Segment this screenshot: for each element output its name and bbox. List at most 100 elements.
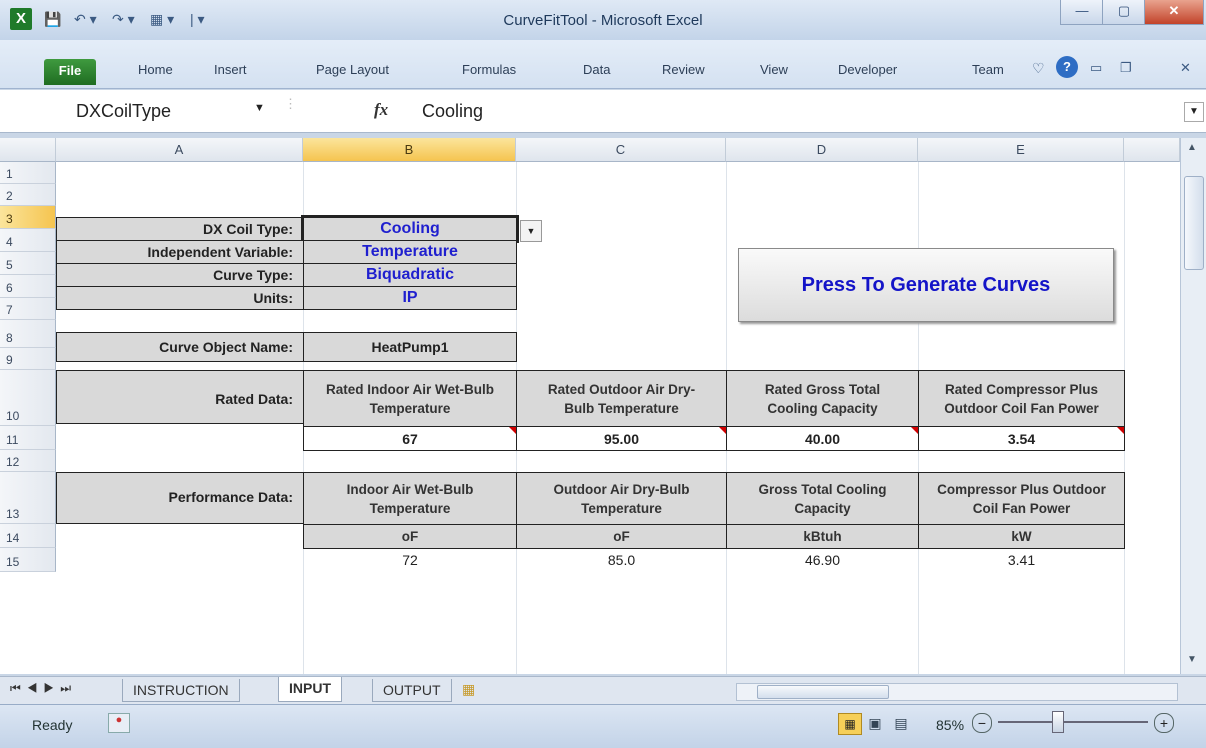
- workbook-minimize-icon[interactable]: ▭: [1090, 60, 1102, 76]
- maximize-button[interactable]: ▢: [1102, 0, 1146, 25]
- perf-header-outdoor-db: Outdoor Air Dry-Bulb Temperature: [516, 472, 727, 525]
- generate-curves-button[interactable]: Press To Generate Curves: [738, 248, 1114, 322]
- zoom-level[interactable]: 85%: [936, 717, 964, 733]
- column-header-d[interactable]: D: [726, 138, 918, 162]
- column-header-a[interactable]: A: [56, 138, 303, 162]
- sheet-tab-input[interactable]: INPUT: [278, 677, 342, 702]
- tab-home[interactable]: Home: [138, 62, 173, 82]
- help-icon[interactable]: ?: [1056, 56, 1078, 78]
- tab-review[interactable]: Review: [662, 62, 705, 82]
- rated-value-capacity[interactable]: 40.00: [726, 426, 919, 451]
- independent-variable-cell[interactable]: Temperature: [303, 240, 517, 264]
- tab-team[interactable]: Team: [972, 62, 1004, 82]
- name-box-dropdown-icon[interactable]: ▼: [254, 102, 265, 114]
- row-header-13[interactable]: 13: [0, 472, 56, 524]
- rated-value-outdoor-db[interactable]: 95.00: [516, 426, 727, 451]
- vertical-scrollbar[interactable]: ▲ ▼: [1180, 138, 1206, 674]
- select-all-corner[interactable]: [0, 138, 56, 162]
- sheet-tab-instruction[interactable]: INSTRUCTION: [122, 679, 240, 702]
- column-header-e[interactable]: E: [918, 138, 1124, 162]
- perf-value-power[interactable]: 3.41: [918, 552, 1125, 568]
- zoom-slider-thumb[interactable]: [1052, 711, 1064, 733]
- ribbon-tabs: File Home Insert Page Layout Formulas Da…: [0, 40, 1206, 89]
- comment-indicator[interactable]: [1117, 427, 1124, 434]
- tab-insert[interactable]: Insert: [214, 62, 247, 82]
- row-header-12[interactable]: 12: [0, 450, 56, 472]
- zoom-in-icon[interactable]: +: [1154, 713, 1174, 733]
- rated-header-indoor-wb: Rated Indoor Air Wet-Bulb Temperature: [303, 370, 517, 427]
- dx-coil-type-label: DX Coil Type:: [56, 217, 304, 241]
- zoom-out-icon[interactable]: −: [972, 713, 992, 733]
- dx-coil-type-cell[interactable]: Cooling: [301, 215, 519, 243]
- row-header-5[interactable]: 5: [0, 252, 56, 275]
- row-header-3[interactable]: 3: [0, 206, 56, 229]
- scroll-up-icon[interactable]: ▲: [1187, 142, 1197, 153]
- workbook-close-icon[interactable]: ✕: [1180, 60, 1191, 76]
- perf-value-outdoor-db[interactable]: 85.0: [516, 552, 727, 568]
- perf-unit-power: kW: [918, 524, 1125, 549]
- tab-data[interactable]: Data: [583, 62, 610, 82]
- title-bar: X 💾 ↶ ▾ ↷ ▾ ▦ ▾ | ▾ CurveFitTool - Micro…: [0, 0, 1206, 41]
- units-cell[interactable]: IP: [303, 286, 517, 310]
- row-header-4[interactable]: 4: [0, 229, 56, 252]
- row-header-11[interactable]: 11: [0, 426, 56, 450]
- row-header-7[interactable]: 7: [0, 298, 56, 320]
- tab-formulas[interactable]: Formulas: [462, 62, 516, 82]
- row-header-10[interactable]: 10: [0, 370, 56, 426]
- tab-file[interactable]: File: [44, 59, 96, 85]
- curve-type-cell[interactable]: Biquadratic: [303, 263, 517, 287]
- normal-view-icon[interactable]: ▦: [838, 713, 862, 735]
- scroll-thumb[interactable]: [1184, 176, 1204, 270]
- name-box[interactable]: DXCoilType: [6, 98, 276, 124]
- close-button[interactable]: ✕: [1144, 0, 1204, 25]
- perf-value-capacity[interactable]: 46.90: [726, 552, 919, 568]
- horizontal-scrollbar[interactable]: [736, 683, 1178, 701]
- comment-indicator[interactable]: [509, 427, 516, 434]
- sheet-tab-output[interactable]: OUTPUT: [372, 679, 452, 702]
- column-header-c[interactable]: C: [516, 138, 726, 162]
- insert-sheet-icon[interactable]: ▦: [462, 681, 475, 698]
- dx-coil-type-dropdown-icon[interactable]: ▼: [520, 220, 542, 242]
- page-break-view-icon[interactable]: ▤: [890, 713, 912, 733]
- perf-value-indoor-wb[interactable]: 72: [303, 552, 517, 568]
- tab-view[interactable]: View: [760, 62, 788, 82]
- comment-indicator[interactable]: [719, 427, 726, 434]
- column-header-f[interactable]: [1124, 138, 1180, 162]
- zoom-slider-track[interactable]: [998, 721, 1148, 723]
- rated-value-indoor-wb[interactable]: 67: [303, 426, 517, 451]
- units-label: Units:: [56, 286, 304, 310]
- page-layout-view-icon[interactable]: ▣: [864, 713, 886, 733]
- tab-developer[interactable]: Developer: [838, 62, 897, 82]
- rated-header-capacity: Rated Gross Total Cooling Capacity: [726, 370, 919, 427]
- curve-object-name-label: Curve Object Name:: [56, 332, 304, 362]
- row-header-9[interactable]: 9: [0, 348, 56, 370]
- macro-record-icon[interactable]: ●: [108, 713, 130, 733]
- perf-header-power: Compressor Plus Outdoor Coil Fan Power: [918, 472, 1125, 525]
- column-header-b[interactable]: B: [303, 138, 516, 162]
- rated-header-power: Rated Compressor Plus Outdoor Coil Fan P…: [918, 370, 1125, 427]
- row-header-14[interactable]: 14: [0, 524, 56, 548]
- horizontal-scroll-thumb[interactable]: [757, 685, 889, 699]
- formula-bar: DXCoilType ▼ ⋮ fx Cooling ▼: [0, 90, 1206, 133]
- formula-bar-divider: ⋮: [284, 96, 297, 111]
- curve-object-name-cell[interactable]: HeatPump1: [303, 332, 517, 362]
- formula-input[interactable]: Cooling: [422, 98, 483, 124]
- ribbon-minimize-icon[interactable]: ♡: [1032, 60, 1045, 77]
- tab-page-layout[interactable]: Page Layout: [316, 62, 389, 82]
- expand-formula-bar-icon[interactable]: ▼: [1184, 102, 1204, 122]
- sheet-nav-icons[interactable]: ⏮◀▶⏭: [10, 681, 77, 696]
- row-header-2[interactable]: 2: [0, 184, 56, 206]
- row-header-6[interactable]: 6: [0, 275, 56, 298]
- insert-function-icon[interactable]: fx: [374, 100, 388, 120]
- row-header-1[interactable]: 1: [0, 162, 56, 184]
- rated-value-power[interactable]: 3.54: [918, 426, 1125, 451]
- rated-data-label: Rated Data:: [56, 370, 304, 424]
- row-header-8[interactable]: 8: [0, 320, 56, 348]
- independent-variable-label: Independent Variable:: [56, 240, 304, 264]
- scroll-down-icon[interactable]: ▼: [1187, 654, 1197, 665]
- perf-header-capacity: Gross Total Cooling Capacity: [726, 472, 919, 525]
- comment-indicator[interactable]: [911, 427, 918, 434]
- workbook-restore-icon[interactable]: ❐: [1120, 60, 1132, 76]
- row-header-15[interactable]: 15: [0, 548, 56, 572]
- minimize-button[interactable]: —: [1060, 0, 1104, 25]
